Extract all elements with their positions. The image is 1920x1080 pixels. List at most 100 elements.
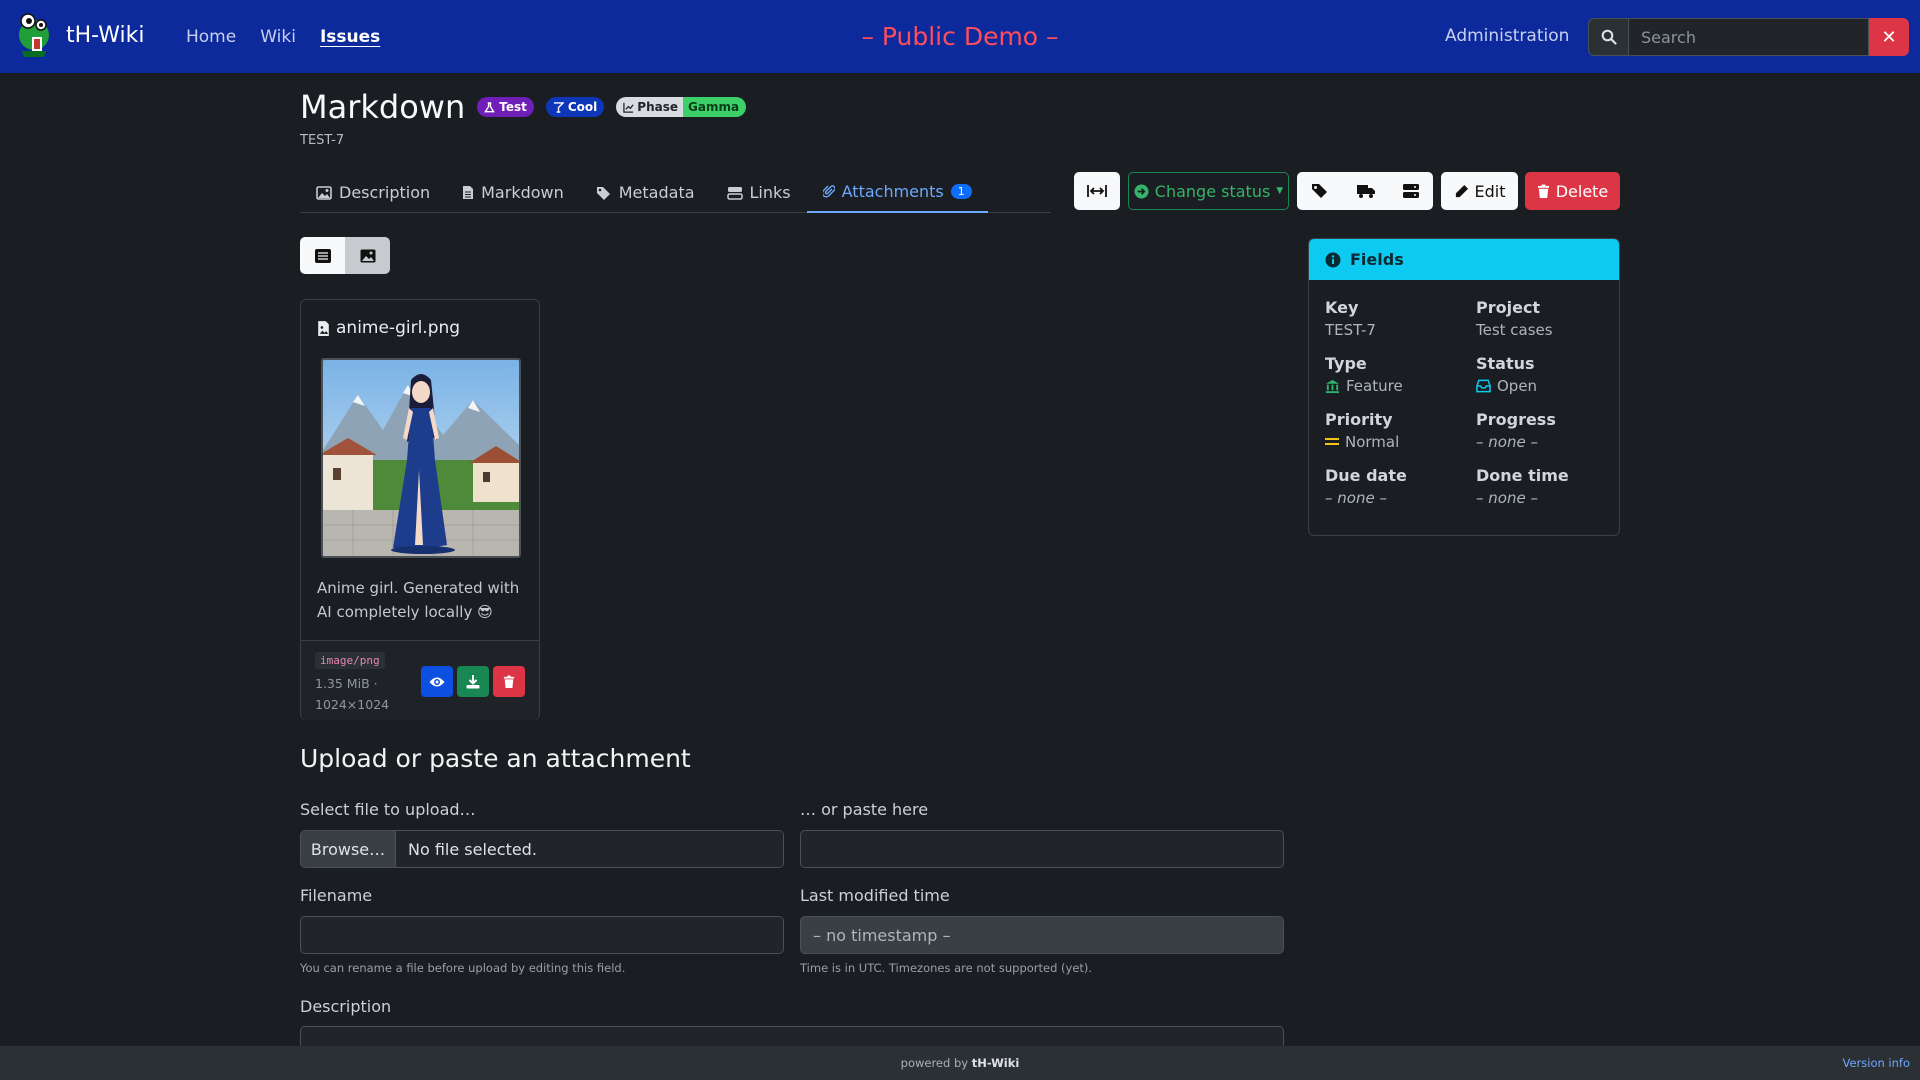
cocktail-icon xyxy=(553,101,564,113)
inbox-icon xyxy=(1476,379,1491,393)
tag-test[interactable]: Test xyxy=(477,97,534,117)
landmark-icon xyxy=(1325,379,1340,393)
download-attachment-button[interactable] xyxy=(457,666,489,697)
issue-key: TEST-7 xyxy=(300,133,345,148)
filename-help: You can rename a file before upload by e… xyxy=(300,961,626,975)
close-icon: ✕ xyxy=(1881,26,1897,48)
paste-input[interactable] xyxy=(800,830,1284,868)
action-icon-group xyxy=(1297,172,1433,210)
upload-title: Upload or paste an attachment xyxy=(300,744,691,773)
tab-bar: Description Markdown Metadata Links Atta… xyxy=(300,172,1051,213)
attachment-card: anime-girl.png Anime girl. Generated wit… xyxy=(300,299,540,720)
version-info-link[interactable]: Version info xyxy=(1842,1056,1910,1070)
fields-header: Fields xyxy=(1309,239,1619,280)
file-size: 1.35 MiB · xyxy=(315,676,378,691)
powered-by: powered by tH-Wiki xyxy=(900,1056,1020,1070)
archive-button[interactable] xyxy=(1388,172,1433,210)
download-icon xyxy=(466,674,480,688)
trash-icon xyxy=(1537,184,1549,198)
chart-icon xyxy=(623,102,634,113)
list-view-button[interactable] xyxy=(300,237,345,274)
arrows-horizontal-icon xyxy=(1087,185,1107,197)
arrow-circle-icon xyxy=(1134,183,1149,199)
tag-phase[interactable]: Phase Gamma xyxy=(616,97,747,117)
page-title: Markdown xyxy=(300,88,466,126)
truck-icon xyxy=(1356,185,1375,198)
delete-button[interactable]: Delete xyxy=(1525,172,1620,210)
footer: powered by tH-Wiki Version info xyxy=(0,1046,1920,1080)
nav-links: Home Wiki Issues xyxy=(186,0,380,73)
field-done-time: Done time – none – xyxy=(1476,466,1569,507)
view-toggle xyxy=(300,237,390,274)
attachment-description: Anime girl. Generated with AI completely… xyxy=(317,579,520,621)
move-button[interactable] xyxy=(1343,172,1388,210)
toggle-width-button[interactable] xyxy=(1074,172,1120,210)
change-status-button[interactable]: Change status ▼ xyxy=(1128,172,1289,210)
filename-input[interactable] xyxy=(300,916,784,954)
image-dimensions: 1024×1024 xyxy=(315,697,390,712)
image-icon xyxy=(316,185,332,200)
logo-icon xyxy=(19,13,49,57)
eye-icon xyxy=(429,677,445,686)
edit-button[interactable]: Edit xyxy=(1441,172,1518,210)
trash-icon xyxy=(503,675,515,688)
attachment-thumbnail[interactable] xyxy=(321,358,521,558)
anime-girl-image xyxy=(323,360,519,556)
tab-metadata[interactable]: Metadata xyxy=(580,172,711,213)
nav-issues[interactable]: Issues xyxy=(320,27,380,47)
file-text-icon xyxy=(463,186,474,199)
paste-label: … or paste here xyxy=(800,800,929,819)
link-list-icon xyxy=(726,186,743,200)
file-input[interactable]: Browse… No file selected. xyxy=(300,830,784,868)
tab-markdown[interactable]: Markdown xyxy=(446,172,580,213)
tab-attachments[interactable]: Attachments 1 xyxy=(806,172,988,213)
attachment-actions xyxy=(421,666,525,697)
filename-label: Filename xyxy=(300,886,373,905)
delete-attachment-button[interactable] xyxy=(493,666,525,697)
description-textarea[interactable] xyxy=(300,1026,1284,1046)
modified-time-label: Last modified time xyxy=(800,886,950,905)
browse-button[interactable]: Browse… xyxy=(301,831,396,867)
title-row: Markdown Test Cool Phase Gamma xyxy=(300,88,747,126)
delete-group: Delete xyxy=(1525,172,1620,210)
field-type: Type Feature xyxy=(1325,354,1403,395)
info-icon xyxy=(1325,252,1341,267)
search-input[interactable] xyxy=(1629,18,1869,56)
tags-button[interactable] xyxy=(1297,172,1343,210)
tags-icon xyxy=(596,186,610,200)
modified-time-input[interactable] xyxy=(800,916,1284,954)
field-due-date: Due date – none – xyxy=(1325,466,1407,507)
nav-wiki[interactable]: Wiki xyxy=(260,27,296,47)
field-priority: Priority Normal xyxy=(1325,410,1400,451)
field-key: Key TEST-7 xyxy=(1325,298,1376,339)
footer-brand: tH-Wiki xyxy=(971,1056,1020,1070)
nav-home[interactable]: Home xyxy=(186,27,236,47)
nav-administration[interactable]: Administration xyxy=(1445,26,1569,46)
flask-icon xyxy=(484,101,496,112)
tag-cool[interactable]: Cool xyxy=(545,97,605,117)
field-status: Status Open xyxy=(1476,354,1538,395)
select-file-label: Select file to upload… xyxy=(300,800,476,819)
field-project: Project Test cases xyxy=(1476,298,1553,339)
brand-name: tH-Wiki xyxy=(66,22,145,48)
field-progress: Progress – none – xyxy=(1476,410,1556,451)
description-label: Description xyxy=(300,997,392,1016)
search-button[interactable] xyxy=(1588,18,1629,56)
view-attachment-button[interactable] xyxy=(421,666,453,697)
paperclip-icon xyxy=(822,185,835,198)
mime-type: image/png xyxy=(315,652,385,669)
search-icon xyxy=(1601,29,1617,45)
tab-links[interactable]: Links xyxy=(711,172,807,213)
navbar: tH-Wiki Home Wiki Issues – Public Demo –… xyxy=(0,0,1920,73)
attachment-title[interactable]: anime-girl.png xyxy=(317,318,460,338)
file-image-icon xyxy=(318,320,329,336)
brand[interactable]: tH-Wiki xyxy=(14,11,144,59)
edit-group: Edit xyxy=(1441,172,1518,210)
gallery-view-button[interactable] xyxy=(345,237,390,274)
tab-description[interactable]: Description xyxy=(300,172,446,213)
tags-icon xyxy=(1312,184,1327,198)
toolbar xyxy=(1074,172,1120,210)
attachment-meta: 1.35 MiB · 1024×1024 xyxy=(315,673,389,715)
search-clear-button[interactable]: ✕ xyxy=(1869,18,1909,56)
image-icon xyxy=(360,249,375,262)
